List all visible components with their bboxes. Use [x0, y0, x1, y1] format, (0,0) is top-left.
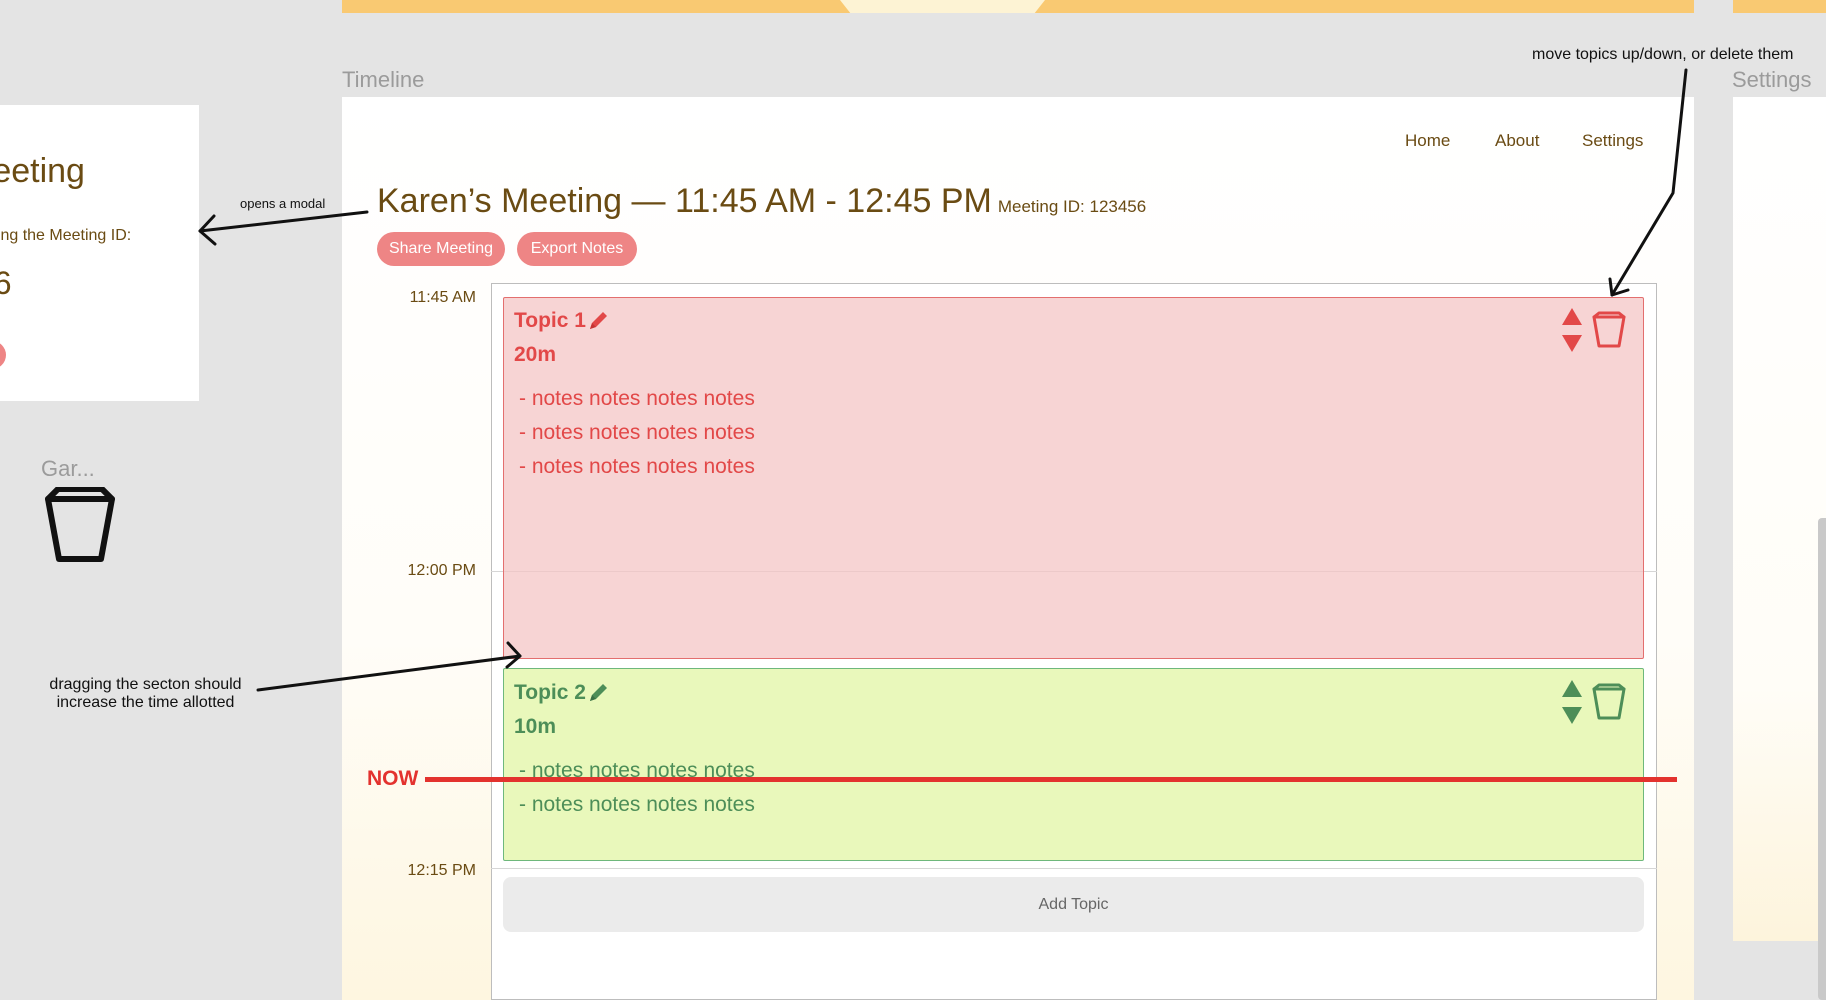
topic-1-note: - notes notes notes notes [519, 421, 755, 444]
annotation-drag-line: dragging the secton should [49, 676, 242, 693]
settings-frame-label: Settings [1732, 67, 1812, 92]
modal-button[interactable] [0, 341, 6, 369]
pencil-icon[interactable] [587, 682, 609, 704]
modal-meeting-id: 56 [0, 265, 12, 301]
now-indicator-line [425, 777, 1677, 782]
timeline-frame-label: Timeline [342, 67, 425, 92]
modal-instructions: using the Meeting ID: [0, 227, 132, 244]
pencil-icon[interactable] [587, 310, 609, 332]
share-meeting-modal: meeting using the Meeting ID: 56 [0, 105, 199, 401]
meeting-header: Karen’s Meeting — 11:45 AM - 12:45 PM Mee… [377, 182, 1146, 221]
nav-settings-link[interactable]: Settings [1582, 131, 1643, 151]
add-topic-button[interactable]: Add Topic [503, 877, 1644, 932]
trash-icon [45, 487, 115, 562]
top-accent-strip-right [1733, 0, 1826, 13]
time-label: 12:00 PM [407, 562, 476, 579]
settings-frame [1733, 97, 1826, 941]
timeline-gridline [491, 868, 1657, 869]
garbage-frame-label: Gar... [41, 456, 95, 481]
topic-1-note: - notes notes notes notes [519, 387, 755, 410]
annotation-move-delete: move topics up/down, or delete them [1532, 46, 1794, 63]
annotation-modal: opens a modal [240, 196, 326, 211]
topic-1-title: Topic 1 [514, 309, 586, 332]
delete-icon[interactable] [1592, 311, 1626, 348]
meeting-id: Meeting ID: 123456 [997, 197, 1147, 216]
top-strip-tab [840, 0, 1045, 13]
topic-2-duration: 10m [514, 715, 557, 738]
move-up-icon[interactable] [1561, 307, 1583, 326]
nav-about-link[interactable]: About [1495, 131, 1539, 151]
move-up-icon[interactable] [1561, 679, 1583, 698]
nav-home-link[interactable]: Home [1405, 131, 1450, 151]
share-meeting-button[interactable]: Share Meeting [377, 232, 505, 266]
topic-1-duration: 20m [514, 343, 557, 366]
meeting-title: Karen’s Meeting — 11:45 AM - 12:45 PM [377, 182, 992, 220]
export-notes-button[interactable]: Export Notes [517, 232, 637, 266]
move-down-icon[interactable] [1561, 334, 1583, 353]
time-label: 11:45 AM [409, 289, 476, 306]
annotation-drag: dragging the secton should increase the … [28, 676, 263, 712]
move-down-icon[interactable] [1561, 706, 1583, 725]
delete-icon[interactable] [1592, 683, 1626, 720]
topic-2-note: - notes notes notes notes [519, 793, 755, 816]
time-label: 12:15 PM [407, 862, 476, 879]
annotation-drag-line: increase the time allotted [56, 694, 235, 711]
topic-2-title: Topic 2 [514, 681, 586, 704]
scrollbar[interactable] [1818, 518, 1826, 1000]
modal-title: meeting [0, 152, 85, 190]
topic-1-note: - notes notes notes notes [519, 455, 755, 478]
now-label: NOW [367, 767, 419, 790]
